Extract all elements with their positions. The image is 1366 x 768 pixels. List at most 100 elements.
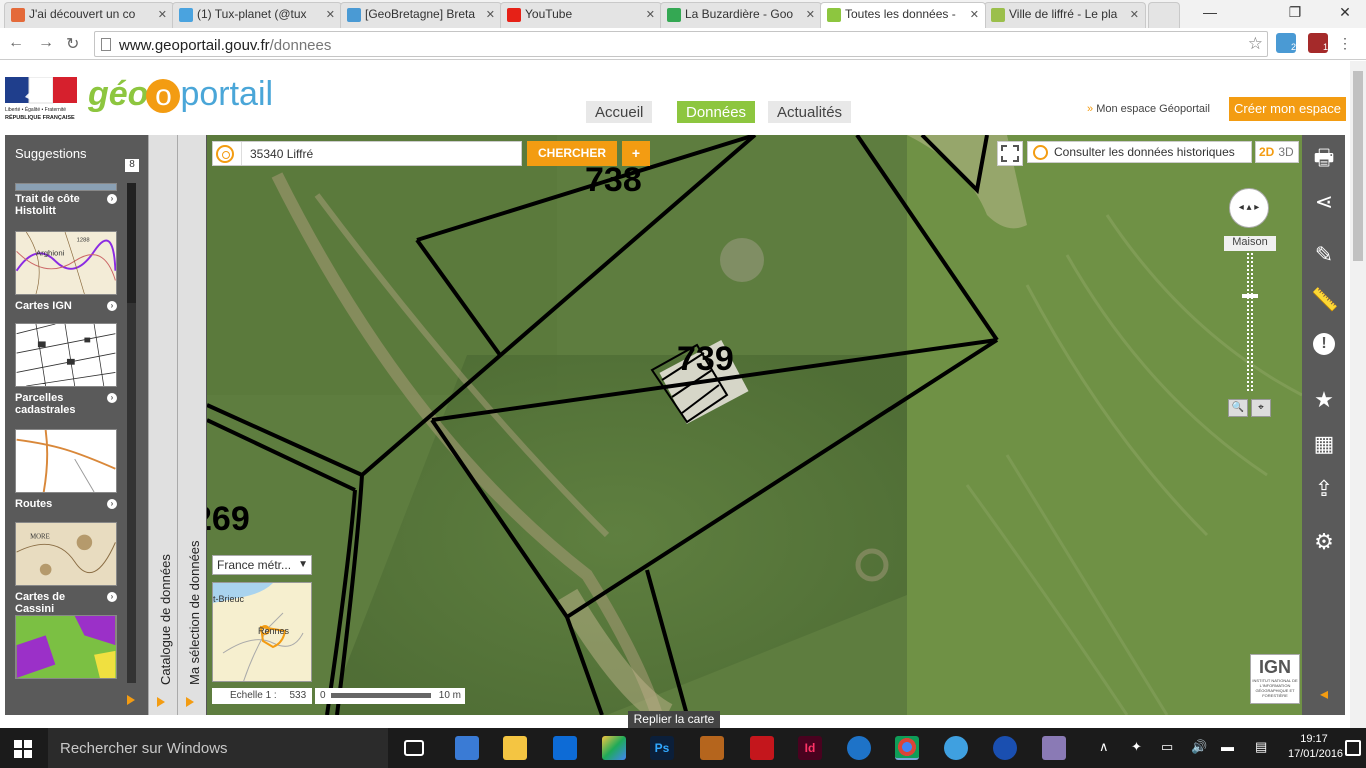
dropbox-icon[interactable] [553,736,577,760]
collapse-arrow-icon[interactable] [127,695,135,705]
settings-icon[interactable]: ⚙ [1311,529,1337,555]
ublock-icon[interactable]: 1 [1308,33,1328,53]
my-space-link[interactable]: » Mon espace Géoportail [1087,103,1210,115]
windows-start-icon[interactable] [14,740,32,758]
geoportail-logo[interactable]: géo o portail [88,75,273,114]
geolocate-icon[interactable] [216,145,234,163]
zoom-slider-handle[interactable] [1242,294,1258,299]
keyboard-icon[interactable]: ▤ [1255,739,1267,755]
chrome-icon[interactable] [895,736,919,760]
google-earth-icon[interactable] [993,736,1017,760]
zoom-center-icon[interactable]: ⌖ [1251,399,1271,417]
view-3d-button[interactable]: 3D [1278,145,1293,159]
toolbar-collapse-icon[interactable]: ◂ [1311,682,1337,708]
search-button[interactable]: CHERCHER [527,141,617,166]
battery-icon[interactable]: ▬ [1221,739,1234,754]
suggestion-trait-de-cote[interactable]: Trait de côte Histolitt › [15,183,117,217]
browser-tab-4[interactable]: YouTube ✕ [500,2,662,28]
task-view-icon[interactable] [404,740,424,756]
page-scrollbar[interactable] [1350,61,1366,728]
advanced-search-button[interactable]: + [622,141,650,166]
ruler-icon[interactable]: 📏 [1311,287,1338,313]
zoom-slider[interactable] [1247,253,1253,391]
close-tab-icon[interactable]: ✕ [1130,8,1139,21]
autocad-icon[interactable] [750,736,774,760]
paint-palette-icon[interactable] [1042,736,1066,760]
suggestions-count: 8 [125,159,139,172]
network-icon[interactable]: ▭ [1161,739,1173,755]
pan-control[interactable]: ◂ ▴ ▸ [1229,188,1269,228]
parcel-label-739: 739 [677,340,734,378]
close-tab-icon[interactable]: ✕ [970,8,979,21]
indesign-icon[interactable]: Id [798,736,822,760]
minimap-territory-select[interactable]: France métr... ▼ [212,555,312,575]
suggestion-parcelles[interactable]: Parcelles cadastrales › [15,323,117,416]
browser-tab-7[interactable]: Ville de liffré - Le pla ✕ [984,2,1146,28]
minimize-icon[interactable]: — [1195,4,1225,20]
aerial-map[interactable]: 738 739 269 [207,135,1302,715]
back-icon[interactable]: ← [8,34,24,52]
extension-icon[interactable]: 2 [1276,33,1296,53]
historical-data-button[interactable]: Consulter les données historiques [1027,141,1252,163]
taskbar-clock[interactable]: 19:17 17/01/2016 [1288,732,1343,762]
taskbar-search-input[interactable]: Rechercher sur Windows [48,728,388,768]
tray-chevron-icon[interactable]: ∧ [1099,739,1109,755]
tray-app-icon[interactable]: ✦ [1131,739,1142,755]
create-space-button[interactable]: Créer mon espace [1229,97,1346,121]
browser-tab-1[interactable]: J'ai découvert un co ✕ [4,2,174,28]
pencil-icon[interactable]: ✎ [1311,242,1337,268]
alert-icon[interactable]: ! [1313,333,1335,355]
reload-icon[interactable]: ↻ [66,34,79,54]
share-icon[interactable]: ⋖ [1311,189,1337,215]
chevron-right-icon: › [107,499,117,509]
suggestion-routes[interactable]: Routes › [15,429,117,510]
paint-icon[interactable] [700,736,724,760]
browser-tab-2[interactable]: (1) Tux-planet (@tux ✕ [172,2,342,28]
fold-map-button[interactable]: Replier la carte [628,711,720,728]
close-tab-icon[interactable]: ✕ [646,8,655,21]
forward-icon[interactable]: → [38,34,54,52]
maximize-icon[interactable]: ❐ [1280,4,1310,21]
browser-tab-active[interactable]: Toutes les données - ✕ [820,2,986,28]
nav-donnees[interactable]: Données [677,101,756,123]
suggestion-cartes-ign[interactable]: Arghioni 1288 Cartes IGN › [15,231,117,312]
notification-center-icon[interactable] [1345,740,1361,756]
tab-ma-selection[interactable]: Ma sélection de données [177,135,206,715]
bookmark-star-icon[interactable]: ☆ [1248,34,1263,54]
nav-actualites[interactable]: Actualités [768,101,852,123]
edge-icon[interactable] [847,736,871,760]
star-icon[interactable]: ★ [1311,387,1337,413]
close-window-icon[interactable]: ✕ [1330,4,1360,21]
menu-icon[interactable]: ⋮ [1338,33,1352,53]
close-tab-icon[interactable]: ✕ [486,8,495,21]
photoshop-icon[interactable]: Ps [650,736,674,760]
search-input[interactable] [241,142,521,165]
print-icon[interactable]: 🖶 [1311,145,1337,171]
app-icon[interactable] [944,736,968,760]
file-explorer-icon[interactable] [503,736,527,760]
map-icon[interactable]: ▦ [1311,431,1337,457]
import-icon[interactable]: ⇪ [1311,476,1337,502]
new-tab-button[interactable] [1148,2,1180,28]
fullscreen-button[interactable] [997,141,1023,166]
suggestion-landcover[interactable] [15,615,117,682]
suggestion-cassini[interactable]: MORE Cartes de Cassini › [15,522,117,615]
overview-minimap[interactable]: t-Brieuc Rennes [212,582,312,682]
view-2d-button[interactable]: 2D [1259,145,1274,159]
url-field[interactable]: www.geoportail.gouv.fr/donnees ☆ [94,31,1268,57]
view-mode-toggle[interactable]: 2D 3D [1255,141,1299,163]
zoom-box-icon[interactable]: 🔍 [1228,399,1248,417]
tab-catalogue[interactable]: Catalogue de données [148,135,177,715]
explorer-person-icon[interactable] [455,736,479,760]
browser-tab-3[interactable]: [GeoBretagne] Breta ✕ [340,2,502,28]
map-view[interactable]: 738 739 269 CHERCHER + Consulter les don… [207,135,1302,715]
volume-icon[interactable]: 🔊 [1191,739,1207,755]
close-tab-icon[interactable]: ✕ [806,8,815,21]
close-tab-icon[interactable]: ✕ [326,8,335,21]
google-drive-icon[interactable] [602,736,626,760]
suggestions-scrollbar[interactable] [127,183,136,683]
browser-tab-5[interactable]: La Buzardière - Goo ✕ [660,2,822,28]
close-tab-icon[interactable]: ✕ [158,8,167,21]
page-icon [101,38,111,51]
nav-accueil[interactable]: Accueil [586,101,653,123]
